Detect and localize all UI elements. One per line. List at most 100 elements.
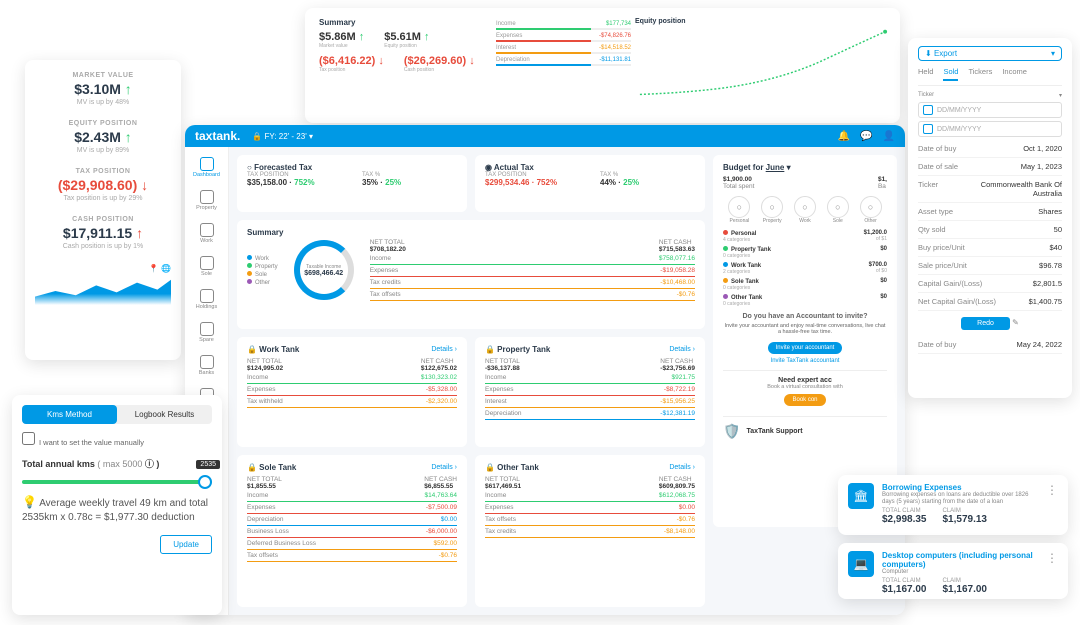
- bell-icon[interactable]: 🔔: [838, 131, 850, 142]
- export-details: Date of buyOct 1, 2020Date of saleMay 1,…: [918, 140, 1062, 311]
- arrow-up-icon: ↑: [125, 129, 132, 145]
- budget-icon-work[interactable]: ○: [794, 196, 816, 218]
- calendar-icon: [923, 105, 933, 115]
- tab-sold[interactable]: Sold: [943, 67, 958, 81]
- redo-button[interactable]: Redo: [961, 317, 1010, 330]
- arrow-up-icon: ↑: [125, 81, 132, 97]
- manual-checkbox-row[interactable]: I want to set the value manually: [22, 432, 212, 447]
- kms-card: Kms Method Logbook Results I want to set…: [12, 395, 222, 615]
- details-link[interactable]: Details ›: [669, 464, 695, 471]
- sidebar-item-dashboard[interactable]: Dashboard: [185, 153, 228, 182]
- sidebar-item-spare[interactable]: Spare: [185, 318, 228, 347]
- date-from-input[interactable]: DD/MM/YYYY: [918, 102, 1062, 118]
- other-tank-tile: 🔒 Other TankDetails › NET TOTAL$617,469.…: [475, 455, 705, 607]
- tax-value: ($29,908.60) ↓: [35, 177, 171, 193]
- equity-label: EQUITY POSITION: [35, 120, 171, 127]
- slider-value: 2535: [196, 460, 220, 469]
- actual-tx: 44% · 25%: [600, 178, 695, 187]
- export-tabs: Held Sold Tickers Income: [918, 67, 1062, 86]
- invite-desc: Invite your accountant and enjoy real-ti…: [723, 323, 887, 335]
- budget-icon-other[interactable]: ○: [860, 196, 882, 218]
- slider-thumb[interactable]: [198, 475, 212, 489]
- dashboard: taxtank. 🔒 FY: 22' - 23' ▾ 🔔 💬 👤 Dashboa…: [185, 125, 905, 615]
- budget-icon-property[interactable]: ○: [761, 196, 783, 218]
- user-icon[interactable]: 👤: [883, 131, 895, 142]
- invite-button[interactable]: Invite your accountant: [768, 342, 843, 354]
- export-button[interactable]: ⬇ Export▾: [918, 46, 1062, 61]
- book-button[interactable]: Book con: [784, 394, 825, 406]
- claim: $1,579.13: [943, 514, 988, 525]
- top-summary-card: Summary $5.86M ↑Market value $5.61M ↑Equ…: [305, 8, 900, 123]
- details-link[interactable]: Details ›: [431, 346, 457, 353]
- export-card: ⬇ Export▾ HeldSoldTickersIncome Ticker▾ …: [908, 38, 1072, 398]
- kms-tabs: Kms Method Logbook Results: [22, 405, 212, 424]
- forecast-tx: 35% · 25%: [362, 178, 457, 187]
- total-claim: $1,167.00: [882, 584, 927, 595]
- summary-stats: Summary $5.86M ↑Market value $5.61M ↑Equ…: [311, 14, 496, 117]
- actual-tile: ◉ Actual Tax TAX POSITION$299,534.46 · 7…: [475, 155, 705, 212]
- manual-checkbox[interactable]: [22, 432, 35, 445]
- tp-value: ($6,416.22) ↓: [319, 55, 384, 67]
- ticker-label: Ticker: [918, 92, 934, 99]
- kms-slider[interactable]: 2535: [22, 480, 212, 484]
- market-label: MARKET VALUE: [35, 72, 171, 79]
- work-tank-tile: 🔒 Work TankDetails › NET TOTAL$124,995.0…: [237, 337, 467, 447]
- more-icon[interactable]: ⋮: [1046, 483, 1058, 525]
- arrow-up-icon: ↑: [136, 225, 143, 241]
- sidebar-item-property[interactable]: Property: [185, 186, 228, 215]
- cash-sub: Cash position is up by 1%: [35, 243, 171, 250]
- fy-selector[interactable]: 🔒 FY: 22' - 23' ▾: [252, 132, 313, 141]
- tab-kms-method[interactable]: Kms Method: [22, 405, 117, 424]
- edit-icon[interactable]: ✎: [1012, 318, 1019, 327]
- property-tank-tile: 🔒 Property TankDetails › NET TOTAL-$36,1…: [475, 337, 705, 447]
- equity-sub: MV is up by 89%: [35, 147, 171, 154]
- donut-chart: Taxable Income$698,466.42: [294, 240, 354, 300]
- budget-icon-sole[interactable]: ○: [827, 196, 849, 218]
- more-icon[interactable]: ⋮: [1046, 551, 1058, 595]
- tab-held[interactable]: Held: [918, 67, 933, 81]
- calendar-icon: [923, 124, 933, 134]
- summary-bars: Income$177,734Expenses-$74,826.76Interes…: [496, 14, 631, 117]
- tab-income[interactable]: Income: [1002, 67, 1027, 81]
- map-pin-icon[interactable]: 📍 🌐: [35, 264, 171, 273]
- update-button[interactable]: Update: [160, 535, 212, 554]
- bank-icon: 🏛: [848, 483, 874, 509]
- sole-tank-tile: 🔒 Sole TankDetails › NET TOTAL$1,855.55N…: [237, 455, 467, 607]
- forecast-tile: ○ Forecasted Tax TAX POSITION$35,158.00 …: [237, 155, 467, 212]
- avg-travel-text: 💡 Average weekly travel 49 km and total …: [22, 494, 212, 525]
- details-link[interactable]: Details ›: [669, 346, 695, 353]
- mini-area-chart: [35, 277, 171, 305]
- sidebar-item-holdings[interactable]: Holdings: [185, 285, 228, 314]
- details-link[interactable]: Details ›: [431, 464, 457, 471]
- invite-accountant-box: Do you have an Accountant to invite? Inv…: [723, 313, 887, 364]
- actual-title: ◉ Actual Tax: [485, 163, 695, 172]
- claim: $1,167.00: [943, 584, 988, 595]
- sidebar-item-sole[interactable]: Sole: [185, 252, 228, 281]
- snippet-desc: Borrowing expenses on loans are deductib…: [882, 492, 1038, 506]
- budget-categories: Personal4 categories$1,200.0of $1Propert…: [723, 230, 887, 307]
- date-to-input[interactable]: DD/MM/YYYY: [918, 121, 1062, 137]
- forecast-tp: $35,158.00 · 752%: [247, 178, 342, 187]
- equity-value: $2.43M ↑: [35, 129, 171, 145]
- support-title[interactable]: TaxTank Support: [746, 428, 802, 435]
- tab-tickers[interactable]: Tickers: [968, 67, 992, 81]
- tab-logbook[interactable]: Logbook Results: [117, 405, 212, 424]
- sidebar-item-work[interactable]: Work: [185, 219, 228, 248]
- budget-category-icons: ○Personal○Property○Work○Sole○Other: [723, 196, 887, 224]
- budget-tile: Budget for June ▾ $1,900.00Total spent$1…: [713, 155, 897, 527]
- budget-title[interactable]: Budget for June ▾: [723, 163, 791, 172]
- invite-link[interactable]: Invite TaxTank accountant: [723, 358, 887, 364]
- arrow-down-icon: ↓: [141, 177, 148, 193]
- equity-chart-title: Equity position: [635, 18, 890, 25]
- market-value-block: MARKET VALUE $3.10M ↑ MV is up by 48%: [35, 72, 171, 106]
- chat-icon[interactable]: 💬: [860, 131, 872, 142]
- equity-chart: Equity position: [631, 14, 894, 117]
- chevron-down-icon[interactable]: ▾: [1059, 92, 1062, 99]
- sidebar-item-banks[interactable]: Banks: [185, 351, 228, 380]
- budget-icon-personal[interactable]: ○: [728, 196, 750, 218]
- tax-block: TAX POSITION ($29,908.60) ↓ Tax position…: [35, 168, 171, 202]
- brand-logo[interactable]: taxtank.: [195, 129, 240, 143]
- actual-tp: $299,534.46 · 752%: [485, 178, 580, 187]
- support-icon: 🛡️: [723, 423, 740, 440]
- computer-icon: 💻: [848, 551, 874, 577]
